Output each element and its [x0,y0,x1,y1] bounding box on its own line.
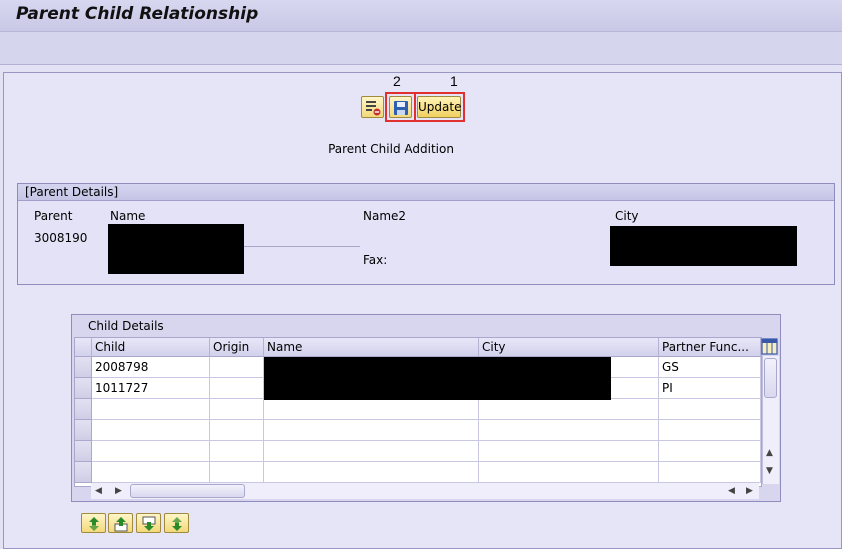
delete-row-button[interactable] [361,96,384,118]
column-header-origin[interactable]: Origin [210,338,264,357]
move-up-button[interactable] [108,513,133,533]
empty-cell[interactable] [210,441,264,462]
column-header-city[interactable]: City [479,338,659,357]
row-selector[interactable] [75,357,92,378]
annotation-1: 1 [450,73,458,89]
column-header-child[interactable]: Child [92,338,210,357]
fax-label: Fax: [363,253,388,267]
empty-cell[interactable] [659,420,761,441]
application-toolbar [0,32,842,65]
move-bottom-icon [172,517,182,531]
select-all-cell[interactable] [75,338,92,357]
empty-cell[interactable] [479,399,659,420]
vertical-scroll-thumb[interactable] [764,358,777,398]
column-settings-button[interactable] [761,338,778,355]
move-top-button[interactable] [81,513,106,533]
table-settings-icon [761,338,778,355]
city-label: City [615,209,639,223]
move-bottom-button[interactable] [164,513,189,533]
origin-cell[interactable] [210,357,264,378]
parent-details-title: [Parent Details] [25,185,119,199]
empty-cell[interactable] [659,462,761,483]
horizontal-scrollbar[interactable]: ◀ ▶ ◀ ▶ [91,483,759,499]
row-selector[interactable] [75,378,92,399]
city-redacted [610,226,797,266]
page-title: Parent Child Relationship [16,4,259,24]
empty-cell[interactable] [479,441,659,462]
child-cell[interactable]: 2008798 [92,357,210,378]
name-label: Name [110,209,146,223]
empty-cell[interactable] [92,441,210,462]
parent-label: Parent [34,209,73,223]
move-top-icon [89,517,99,531]
name2-label: Name2 [363,209,407,223]
scroll-left-end-icon[interactable]: ◀ [728,486,735,496]
annotation-2: 2 [393,73,401,89]
row-selector[interactable] [75,441,92,462]
section-title: Parent Child Addition [328,142,454,156]
move-down-icon [142,516,156,531]
column-header-name[interactable]: Name [264,338,479,357]
title-bar: Parent Child Relationship [0,0,842,32]
empty-cell[interactable] [210,420,264,441]
save-button[interactable] [389,96,412,118]
empty-cell[interactable] [264,399,479,420]
parent-details-group: [Parent Details] Parent 3008190 Name Nam… [17,183,835,285]
move-down-button[interactable] [136,513,161,533]
list-delete-icon [366,101,381,116]
empty-cell[interactable] [210,462,264,483]
empty-cell[interactable] [210,399,264,420]
child-cell[interactable]: 1011727 [92,378,210,399]
vertical-scrollbar[interactable]: ▲ ▼ [762,356,779,484]
scroll-right-icon[interactable]: ▶ [746,486,753,496]
empty-cell[interactable] [92,399,210,420]
child-table: Child Origin Name City Partner Func... 2… [74,337,762,487]
scroll-up-icon[interactable]: ▲ [766,448,773,458]
scroll-left-icon[interactable]: ◀ [95,486,102,496]
parent-value: 3008190 [34,231,88,245]
update-button[interactable]: Update [417,96,461,118]
name-redacted [108,224,244,274]
empty-cell[interactable] [92,420,210,441]
name-underline [244,246,360,247]
empty-cell[interactable] [659,441,761,462]
empty-cell[interactable] [264,462,479,483]
child-details-panel: Child Details Child Origin Name City Par… [71,314,781,502]
save-icon [394,101,408,115]
move-up-icon [114,517,128,532]
partner-function-cell[interactable]: GS [659,357,761,378]
column-header-partner-function[interactable]: Partner Func... [659,338,761,357]
scroll-right-small-icon[interactable]: ▶ [115,486,122,496]
empty-cell[interactable] [264,441,479,462]
horizontal-scroll-thumb[interactable] [130,484,245,498]
empty-cell[interactable] [479,462,659,483]
scroll-down-icon[interactable]: ▼ [766,466,773,476]
child-details-title: Child Details [88,319,164,333]
parent-details-header: [Parent Details] [18,184,834,201]
row-selector[interactable] [75,420,92,441]
row-selector[interactable] [75,399,92,420]
name-city-redacted [264,357,611,400]
empty-cell[interactable] [659,399,761,420]
empty-cell[interactable] [479,420,659,441]
partner-function-cell[interactable]: PI [659,378,761,399]
empty-cell[interactable] [264,420,479,441]
empty-cell[interactable] [92,462,210,483]
row-selector[interactable] [75,462,92,483]
origin-cell[interactable] [210,378,264,399]
